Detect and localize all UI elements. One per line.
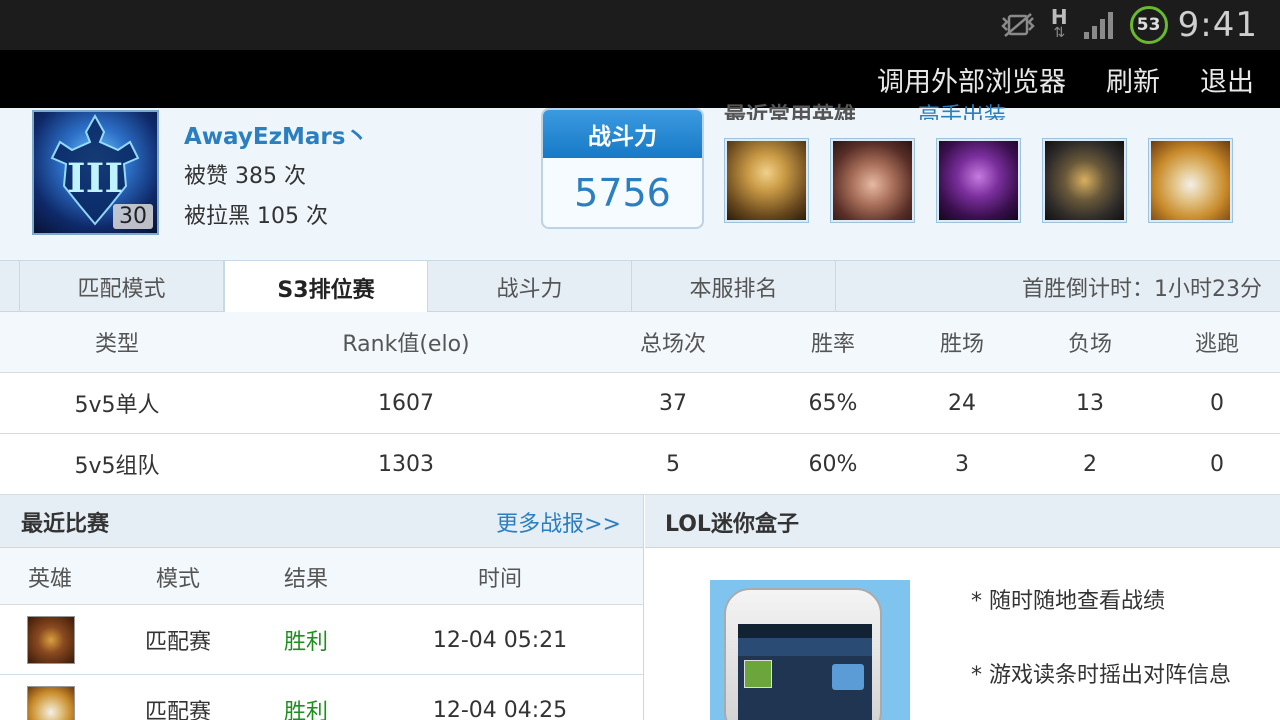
hero-portrait[interactable]: [830, 138, 915, 223]
exit-button[interactable]: 退出: [1180, 60, 1280, 99]
cell-wins: 3: [955, 451, 969, 477]
username[interactable]: AwayEzMars丶: [184, 117, 368, 151]
battery-level: 53: [1136, 15, 1161, 35]
match-row[interactable]: 匹配赛 胜利 12-04 04:25: [0, 675, 643, 720]
cell-type: 5v5单人: [74, 393, 160, 418]
network-type-label: H: [1050, 5, 1068, 29]
cell-elo: 1303: [378, 451, 434, 477]
hero-portrait[interactable]: [1042, 138, 1127, 223]
status-bar: H ⇅ 53 9:41: [0, 0, 1280, 50]
header-losses: 负场: [1067, 332, 1112, 357]
combat-power-value: 5756: [574, 171, 671, 215]
header-wins: 胜场: [939, 332, 984, 357]
phone-promo-image[interactable]: [710, 580, 910, 720]
feature-item: * 随时随地查看战绩: [971, 589, 1165, 614]
mini-box-panel: LOL迷你盒子 * 随时随地查看战绩 * 游戏读条时摇出对阵信息: [645, 495, 1280, 720]
profile-panel: III 30 AwayEzMars丶 被赞 385 次 被拉黑 105 次 战斗…: [0, 104, 1280, 260]
recent-heroes-list: [724, 138, 1254, 223]
header-escapes: 逃跑: [1194, 332, 1239, 357]
refresh-button[interactable]: 刷新: [1086, 60, 1180, 99]
match-time: 12-04 04:25: [432, 697, 568, 720]
vibrate-icon: [999, 12, 1037, 38]
match-hero-icon: [27, 616, 75, 664]
match-row[interactable]: 匹配赛 胜利 12-04 05:21: [0, 605, 643, 675]
tab-server-ranking[interactable]: 本服排名: [632, 261, 836, 312]
praise-count: 被赞 385 次: [184, 164, 306, 189]
table-row: 5v5单人 1607 37 65% 24 13 0: [0, 373, 1280, 434]
cell-elo: 1607: [378, 390, 434, 416]
hero-portrait-image: [1045, 141, 1124, 220]
table-header-row: 类型 Rank值(elo) 总场次 胜率 胜场 负场 逃跑: [0, 312, 1280, 373]
combat-power-label: 战斗力: [543, 110, 702, 158]
header-total-games: 总场次: [639, 332, 706, 357]
feature-item: * 游戏读条时摇出对阵信息: [971, 663, 1231, 688]
first-win-countdown: 首胜倒计时：1小时23分: [1022, 276, 1262, 302]
recent-matches-panel: 最近比赛 更多战报>> 英雄 模式 结果 时间 匹配赛 胜利 12-04 05:…: [0, 495, 644, 720]
recent-heroes-label: 最近常用英雄: [724, 104, 857, 120]
cell-wins: 24: [948, 390, 976, 416]
battery-icon: 53: [1129, 6, 1168, 44]
hero-portrait-image: [727, 141, 806, 220]
more-reports-link[interactable]: 更多战报>>: [496, 495, 621, 548]
svg-text:III: III: [67, 155, 123, 202]
hero-portrait[interactable]: [1148, 138, 1233, 223]
header-type: 类型: [94, 332, 139, 357]
hero-portrait[interactable]: [936, 138, 1021, 223]
hero-portrait-image: [833, 141, 912, 220]
action-bar: 调用外部浏览器 刷新 退出: [0, 50, 1280, 108]
pro-builds-link[interactable]: 高手出装: [918, 98, 1006, 120]
mini-box-title: LOL迷你盒子: [665, 511, 799, 537]
hero-portrait-image: [1151, 141, 1230, 220]
header-time: 时间: [477, 566, 522, 592]
cell-losses: 13: [1076, 390, 1104, 416]
header-hero: 英雄: [27, 566, 72, 592]
cell-losses: 2: [1083, 451, 1097, 477]
cell-type: 5v5组队: [74, 454, 160, 479]
level-badge: 30: [113, 204, 153, 229]
header-win-rate: 胜率: [810, 332, 855, 357]
tab-combat-power[interactable]: 战斗力: [428, 261, 632, 312]
match-result: 胜利: [283, 630, 328, 655]
stats-tab-bar: 匹配模式 S3排位赛 战斗力 本服排名 首胜倒计时：1小时23分: [0, 260, 1280, 314]
network-type-icon: H ⇅: [1050, 5, 1068, 41]
match-hero-icon: [27, 686, 75, 720]
clock: 9:41: [1177, 5, 1258, 45]
phone-screen: [738, 624, 872, 720]
cell-win-rate: 60%: [808, 451, 858, 477]
recent-matches-title: 最近比赛: [21, 511, 110, 537]
mini-box-header: LOL迷你盒子: [645, 495, 1280, 548]
avatar[interactable]: III 30: [32, 110, 159, 235]
cell-total-games: 5: [666, 451, 680, 477]
match-mode: 匹配赛: [144, 630, 211, 655]
blacklist-count: 被拉黑 105 次: [184, 204, 328, 229]
cell-escapes: 0: [1210, 390, 1224, 416]
phone-body: [724, 588, 882, 720]
cell-escapes: 0: [1210, 451, 1224, 477]
matches-header-row: 英雄 模式 结果 时间: [0, 548, 643, 605]
match-time: 12-04 05:21: [432, 627, 568, 653]
header-elo: Rank值(elo): [342, 332, 470, 357]
ranked-stats-table: 类型 Rank值(elo) 总场次 胜率 胜场 负场 逃跑 5v5单人 1607…: [0, 312, 1280, 495]
signal-icon: [1082, 10, 1116, 40]
match-mode: 匹配赛: [144, 700, 211, 720]
cell-total-games: 37: [659, 390, 687, 416]
status-icons: H ⇅ 53 9:41: [999, 0, 1280, 50]
tab-normal-mode[interactable]: 匹配模式: [20, 261, 224, 312]
match-result: 胜利: [283, 700, 328, 720]
combat-power-box: 战斗力 5756: [541, 108, 704, 229]
table-row: 5v5组队 1303 5 60% 3 2 0: [0, 434, 1280, 495]
hero-portrait-image: [939, 141, 1018, 220]
tab-s3-ranked[interactable]: S3排位赛: [224, 261, 428, 314]
header-mode: 模式: [155, 566, 200, 592]
open-external-browser-button[interactable]: 调用外部浏览器: [857, 60, 1086, 99]
cell-win-rate: 65%: [808, 390, 858, 416]
recent-matches-header: 最近比赛 更多战报>>: [0, 495, 643, 548]
hero-portrait[interactable]: [724, 138, 809, 223]
header-result: 结果: [283, 566, 328, 592]
